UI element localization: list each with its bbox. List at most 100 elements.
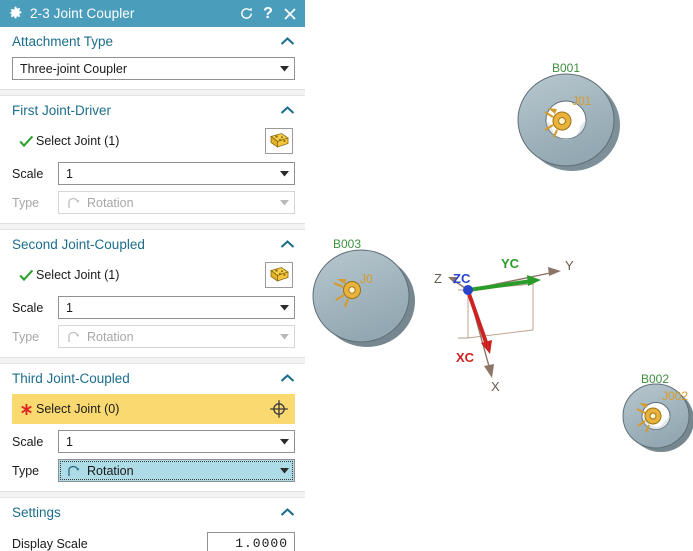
attachment-type-select[interactable]: Three-joint Coupler — [12, 57, 295, 80]
second-type-label: Type — [12, 329, 40, 344]
body-B002[interactable]: B002 J002 — [622, 372, 693, 452]
check-icon — [16, 269, 36, 282]
close-icon[interactable] — [279, 3, 301, 25]
third-scale-value: 1 — [66, 434, 73, 449]
section-title: Settings — [12, 504, 61, 520]
second-select-joint-label: Select Joint (1) — [36, 268, 120, 282]
body-label-B003: B003 — [333, 237, 361, 251]
section-body-first-joint-driver: Select Joint (1) Scale 1 Type Rotation — [0, 126, 305, 223]
chevron-down-icon — [274, 333, 294, 340]
first-scale-value: 1 — [66, 166, 73, 181]
first-type-select: Rotation — [58, 191, 295, 214]
third-scale-label: Scale — [12, 434, 44, 449]
section-header-second-joint-coupled[interactable]: Second Joint-Coupled — [0, 230, 305, 258]
select-joint-icon[interactable] — [265, 128, 293, 154]
second-scale-input[interactable]: 1 — [58, 296, 295, 319]
section-title: Third Joint-Coupled — [12, 370, 130, 386]
section-body-attachment-type: Three-joint Coupler — [0, 57, 305, 89]
first-select-joint-label: Select Joint (1) — [36, 134, 120, 148]
axis-label-XC: XC — [456, 350, 475, 365]
display-scale-input[interactable]: 1.0000 — [207, 532, 295, 551]
chevron-up-icon[interactable] — [279, 370, 295, 386]
display-scale-label: Display Scale — [12, 536, 88, 551]
section-header-settings[interactable]: Settings — [0, 498, 305, 526]
section-body-third-joint-coupled: Select Joint (0) Scale 1 Type Rotation — [0, 394, 305, 491]
section-title: Second Joint-Coupled — [12, 236, 145, 252]
joint-label-J01: J01 — [572, 94, 592, 108]
chevron-down-icon[interactable] — [274, 65, 294, 72]
help-icon[interactable]: ? — [257, 3, 279, 25]
dialog-title-bar: 2-3 Joint Coupler ? — [0, 0, 305, 27]
second-scale-value: 1 — [66, 300, 73, 315]
joint-label-J002: J002 — [662, 389, 688, 403]
section-first-joint-driver: First Joint-Driver Select Joint (1) Scal… — [0, 95, 305, 224]
first-type-value: Rotation — [87, 195, 134, 210]
select-joint-icon[interactable] — [265, 262, 293, 288]
third-select-joint-label: Select Joint (0) — [36, 402, 120, 416]
second-scale-row: Scale 1 — [12, 296, 295, 319]
chevron-up-icon[interactable] — [279, 236, 295, 252]
section-header-third-joint-coupled[interactable]: Third Joint-Coupled — [0, 364, 305, 392]
check-icon — [16, 135, 36, 148]
graphics-viewport[interactable]: B001 J01 B003 J0 B002 J002 Y X Z YC XC Z… — [305, 0, 693, 551]
chevron-down-icon — [274, 199, 294, 206]
first-select-joint-button[interactable] — [263, 126, 295, 156]
chevron-down-icon[interactable] — [274, 467, 294, 474]
rotation-icon — [66, 330, 82, 344]
attachment-type-value: Three-joint Coupler — [20, 61, 127, 76]
third-select-joint-target[interactable]: Select Joint (0) — [12, 394, 263, 424]
axis-label-Y: Y — [565, 258, 574, 273]
model-scene: B001 J01 B003 J0 B002 J002 Y X Z YC XC Z… — [312, 61, 693, 452]
asterisk-icon — [16, 403, 36, 416]
third-type-row: Type Rotation — [12, 459, 295, 482]
third-scale-input[interactable]: 1 — [58, 430, 295, 453]
second-select-joint-button[interactable] — [263, 260, 295, 290]
third-select-joint-row[interactable]: Select Joint (0) — [12, 394, 295, 424]
chevron-up-icon[interactable] — [279, 504, 295, 520]
section-settings: Settings Display Scale 1.0000 — [0, 497, 305, 551]
display-scale-row: Display Scale 1.0000 — [12, 532, 295, 551]
third-scale-row: Scale 1 — [12, 430, 295, 453]
second-type-select: Rotation — [58, 325, 295, 348]
attachment-type-row: Three-joint Coupler — [12, 57, 295, 80]
third-select-joint-button[interactable] — [263, 394, 295, 424]
axis-label-ZC: ZC — [453, 271, 471, 286]
second-type-value: Rotation — [87, 329, 134, 344]
section-third-joint-coupled: Third Joint-Coupled Select Joint (0) Sca… — [0, 363, 305, 492]
body-label-B001: B001 — [552, 61, 580, 75]
section-attachment-type: Attachment Type Three-joint Coupler — [0, 27, 305, 90]
section-body-second-joint-coupled: Select Joint (1) Scale 1 Type Rotation — [0, 260, 305, 357]
section-header-attachment-type[interactable]: Attachment Type — [0, 27, 305, 55]
section-header-first-joint-driver[interactable]: First Joint-Driver — [0, 96, 305, 124]
dialog-title: 2-3 Joint Coupler — [30, 6, 135, 21]
axis-label-Z: Z — [434, 271, 442, 286]
body-B003[interactable]: B003 J0 — [312, 237, 415, 347]
joint-label-J0-B003: J0 — [360, 272, 373, 286]
section-title: Attachment Type — [12, 33, 114, 49]
reset-icon[interactable] — [235, 3, 257, 25]
coordinate-triad: Y X Z YC XC ZC — [434, 256, 574, 394]
chevron-up-icon[interactable] — [279, 102, 295, 118]
second-select-joint-row[interactable]: Select Joint (1) — [12, 260, 295, 290]
second-type-row: Type Rotation — [12, 325, 295, 348]
crosshair-icon[interactable] — [265, 396, 293, 422]
section-body-settings: Display Scale 1.0000 — [0, 532, 305, 551]
gear-icon — [8, 6, 23, 21]
first-select-joint-row[interactable]: Select Joint (1) — [12, 126, 295, 156]
joint-coupler-dialog: 2-3 Joint Coupler ? Attachment Type Thre… — [0, 0, 305, 551]
first-scale-input[interactable]: 1 — [58, 162, 295, 185]
third-type-label: Type — [12, 463, 40, 478]
second-select-joint-target[interactable]: Select Joint (1) — [12, 260, 263, 290]
chevron-down-icon[interactable] — [274, 170, 294, 177]
section-title: First Joint-Driver — [12, 102, 112, 118]
chevron-up-icon[interactable] — [279, 33, 295, 49]
rotation-icon — [66, 196, 82, 210]
axis-label-X: X — [491, 379, 500, 394]
chevron-down-icon[interactable] — [274, 304, 294, 311]
third-type-select[interactable]: Rotation — [58, 459, 295, 482]
body-B001[interactable]: B001 J01 — [517, 61, 620, 171]
section-second-joint-coupled: Second Joint-Coupled Select Joint (1) Sc… — [0, 229, 305, 358]
chevron-down-icon[interactable] — [274, 438, 294, 445]
first-type-label: Type — [12, 195, 40, 210]
first-select-joint-target[interactable]: Select Joint (1) — [12, 126, 263, 156]
